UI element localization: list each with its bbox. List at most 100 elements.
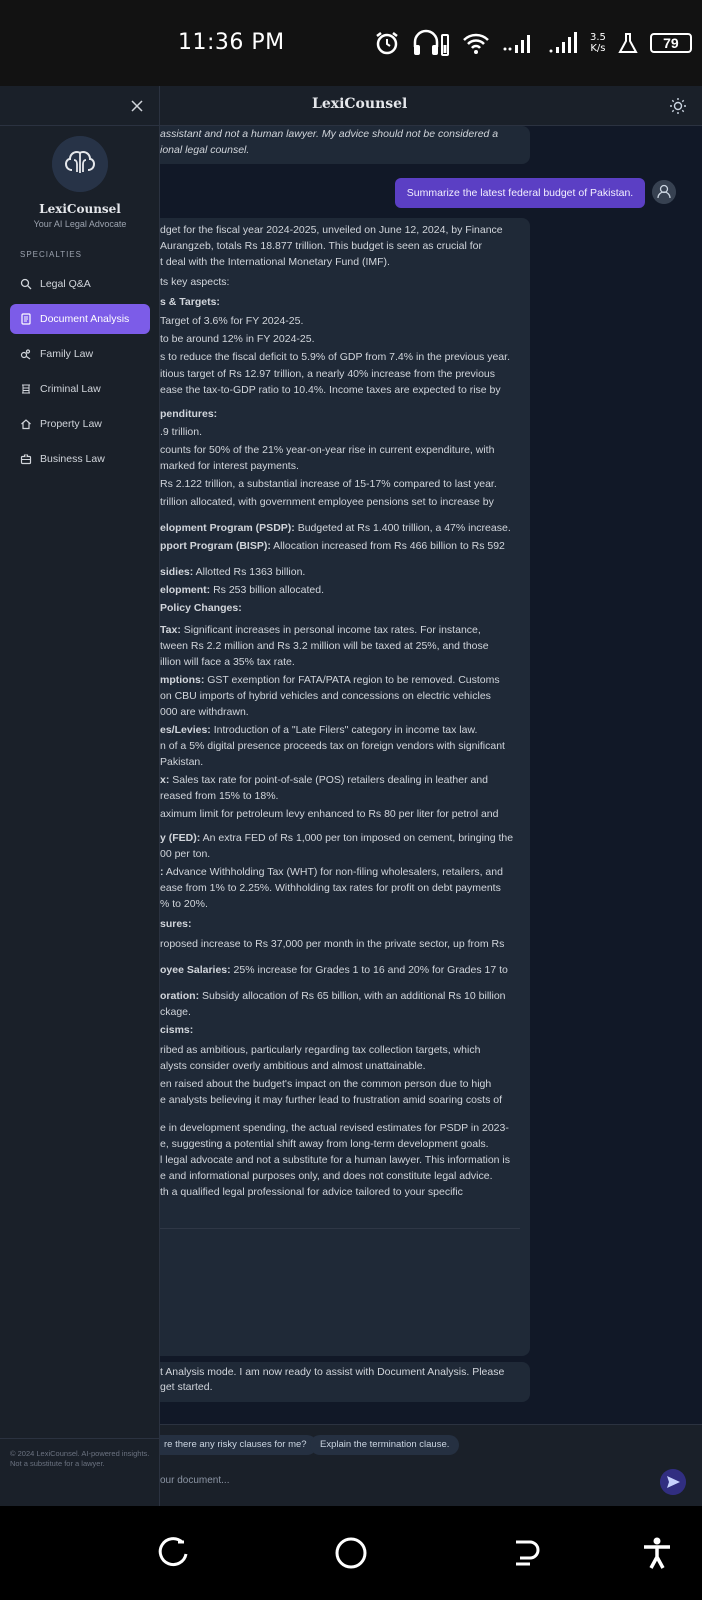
intro-line: assistant and not a human lawyer. My adv… xyxy=(160,128,499,140)
answer-line-bold: oyee Salaries: xyxy=(160,964,231,976)
accessibility-icon[interactable] xyxy=(640,1536,674,1570)
answer-line: Rs 2.122 trillion, a substantial increas… xyxy=(160,478,497,490)
sidebar-item-label: Legal Q&A xyxy=(40,278,91,290)
sidebar-tagline: Your AI Legal Advocate xyxy=(33,219,127,229)
answer-line-bold: sures: xyxy=(160,918,192,930)
answer-line-text: 25% increase for Grades 1 to 16 and 20% … xyxy=(230,964,508,976)
answer-line: sures: xyxy=(160,918,192,930)
network-speed-value: 3.5 xyxy=(590,32,606,43)
answer-line-text: ease from 1% to 2.25%. Withholding tax r… xyxy=(160,882,501,894)
sidebar-item-business-law[interactable]: Business Law xyxy=(10,444,150,474)
sidebar-item-property-law[interactable]: Property Law xyxy=(10,409,150,439)
answer-line: cisms: xyxy=(160,1024,193,1036)
answer-line: en raised about the budget's impact on t… xyxy=(160,1078,491,1090)
answer-line: marked for interest payments. xyxy=(160,460,299,472)
answer-line: ease the tax-to-GDP ratio to 10.4%. Inco… xyxy=(160,384,501,396)
back-icon[interactable] xyxy=(510,1536,544,1570)
android-navigation-bar xyxy=(0,1506,702,1600)
answer-line: ts key aspects: xyxy=(160,276,229,288)
answer-line: elopment: Rs 253 billion allocated. xyxy=(160,584,324,596)
answer-line-text: tween Rs 2.2 million and Rs 3.2 million … xyxy=(160,640,489,652)
answer-line: counts for 50% of the 21% year-on-year r… xyxy=(160,444,494,456)
answer-line-text: l legal advocate and not a substitute fo… xyxy=(160,1154,511,1166)
answer-line-text: Introduction of a "Late Filers" category… xyxy=(210,724,478,736)
answer-line-text: e analysts believing it may further lead… xyxy=(160,1094,502,1106)
answer-divider xyxy=(160,1228,520,1229)
answer-line: sidies: Allotted Rs 1363 billion. xyxy=(160,566,305,578)
answer-line-bold: s & Targets: xyxy=(160,296,220,308)
suggestion-chip[interactable]: re there any risky clauses for me? xyxy=(150,1435,317,1455)
sidebar-item-legal-qa[interactable]: Legal Q&A xyxy=(10,269,150,299)
answer-line: tween Rs 2.2 million and Rs 3.2 million … xyxy=(160,640,489,652)
answer-line-bold: mptions: xyxy=(160,674,205,686)
intro-line: ional legal counsel. xyxy=(160,144,250,156)
document-icon xyxy=(21,313,31,325)
answer-line-text: e, suggesting a potential shift away fro… xyxy=(160,1138,489,1150)
signal-icon xyxy=(549,32,577,53)
answer-line-text: Advance Withholding Tax (WHT) for non-fi… xyxy=(163,866,503,878)
sun-icon[interactable] xyxy=(668,96,688,116)
answer-line: elopment Program (PSDP): Budgeted at Rs … xyxy=(160,522,511,534)
answer-line: on CBU imports of hybrid vehicles and co… xyxy=(160,690,491,702)
family-icon xyxy=(20,349,31,360)
answer-line: x: Sales tax rate for point-of-sale (POS… xyxy=(160,774,488,786)
sidebar-footer: © 2024 LexiCounsel. AI-powered insights.… xyxy=(0,1438,160,1506)
sidebar-item-criminal-law[interactable]: Criminal Law xyxy=(10,374,150,404)
answer-line: dget for the fiscal year 2024-2025, unve… xyxy=(160,224,503,236)
answer-line-text: aximum limit for petroleum levy enhanced… xyxy=(160,808,499,820)
answer-line-text: Target of 3.6% for FY 2024-25. xyxy=(160,315,304,327)
answer-line: e analysts believing it may further lead… xyxy=(160,1094,502,1106)
specialties-heading: SPECIALTIES xyxy=(20,250,82,259)
assistant-answer-bubble: dget for the fiscal year 2024-2025, unve… xyxy=(150,218,530,1356)
answer-line-bold: cisms: xyxy=(160,1024,194,1036)
message-input[interactable]: our document... xyxy=(160,1469,660,1493)
answer-line-text: An extra FED of Rs 1,000 per ton imposed… xyxy=(200,832,514,844)
answer-line-text: Rs 253 billion allocated. xyxy=(210,584,324,596)
sidebar-item-label: Business Law xyxy=(40,453,105,465)
answer-line: ribed as ambitious, particularly regardi… xyxy=(160,1044,480,1056)
answer-line-text: t deal with the International Monetary F… xyxy=(160,256,390,268)
answer-line: Target of 3.6% for FY 2024-25. xyxy=(160,315,303,327)
answer-line: pport Program (BISP): Allocation increas… xyxy=(160,540,505,552)
sidebar-item-label: Family Law xyxy=(40,348,94,360)
home-icon[interactable] xyxy=(334,1536,368,1570)
answer-line-text: roposed increase to Rs 37,000 per month … xyxy=(160,938,505,950)
answer-line-bold: elopment Program (PSDP): xyxy=(160,522,295,534)
answer-line-text: .9 trillion. xyxy=(160,426,203,438)
wifi-icon xyxy=(463,33,489,54)
answer-line-text: en raised about the budget's impact on t… xyxy=(160,1078,492,1090)
user-message: Summarize the latest federal budget of P… xyxy=(395,178,645,208)
answer-line: % to 20%. xyxy=(160,898,208,910)
answer-line: mptions: GST exemption for FATA/PATA reg… xyxy=(160,674,500,686)
answer-line-text: Subsidy allocation of Rs 65 billion, wit… xyxy=(199,990,506,1002)
close-icon[interactable] xyxy=(129,98,145,114)
home-icon xyxy=(21,419,31,430)
recents-icon[interactable] xyxy=(158,1536,192,1570)
answer-line-text: % to 20%. xyxy=(160,898,208,910)
answer-line: t deal with the International Monetary F… xyxy=(160,256,390,268)
send-icon[interactable] xyxy=(660,1469,686,1495)
answer-line: s to reduce the fiscal deficit to 5.9% o… xyxy=(160,351,510,363)
answer-line-bold: pport Program (BISP): xyxy=(160,540,271,552)
answer-line-text: counts for 50% of the 21% year-on-year r… xyxy=(160,444,495,456)
answer-line-text: illion will face a 35% tax rate. xyxy=(160,656,295,668)
briefcase-icon xyxy=(20,454,32,465)
status-bar: 11:36 PM 3.5 K/s 79 xyxy=(0,0,702,86)
network-speed-unit: K/s xyxy=(590,43,606,54)
answer-line: e in development spending, the actual re… xyxy=(160,1122,509,1134)
sidebar-item-label: Criminal Law xyxy=(40,383,101,395)
answer-line-text: e and informational purposes only, and d… xyxy=(160,1170,493,1182)
answer-line: n of a 5% digital presence proceeds tax … xyxy=(160,740,505,752)
answer-line: reased from 15% to 18%. xyxy=(160,790,278,802)
answer-line-text: ckage. xyxy=(160,1006,191,1018)
answer-line: alysts consider overly ambitious and alm… xyxy=(160,1060,426,1072)
mode-line: get started. xyxy=(160,1381,213,1393)
sidebar-item-document-analysis[interactable]: Document Analysis xyxy=(10,304,150,334)
answer-line-bold: y (FED): xyxy=(160,832,201,844)
sidebar-item-label: Document Analysis xyxy=(40,313,130,325)
answer-line-bold: sidies: xyxy=(160,566,194,578)
suggestion-chip[interactable]: Explain the termination clause. xyxy=(310,1435,460,1455)
sidebar-header xyxy=(0,86,160,126)
sidebar-item-family-law[interactable]: Family Law xyxy=(10,339,150,369)
answer-line-text: Allotted Rs 1363 billion. xyxy=(193,566,306,578)
